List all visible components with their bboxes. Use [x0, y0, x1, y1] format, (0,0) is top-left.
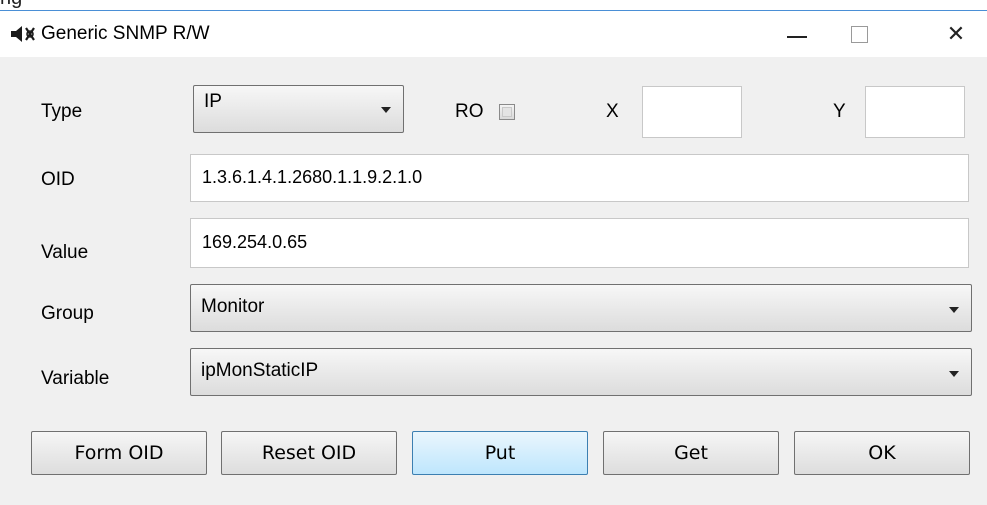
- put-button[interactable]: Put: [412, 431, 588, 475]
- value-field[interactable]: 169.254.0.65: [190, 218, 969, 268]
- variable-select-value: ipMonStaticIP: [201, 360, 319, 381]
- variable-label: Variable: [41, 368, 110, 389]
- close-icon: ✕: [946, 21, 966, 47]
- get-button[interactable]: Get: [603, 431, 779, 475]
- background-text-fragment: ng: [0, 0, 22, 10]
- chevron-down-icon: [949, 371, 959, 377]
- ro-label: RO: [455, 101, 484, 122]
- minimize-icon: [787, 36, 807, 38]
- minimize-button[interactable]: [768, 11, 826, 57]
- chevron-down-icon: [949, 307, 959, 313]
- group-select-value: Monitor: [201, 296, 265, 317]
- background-window-edge: ng: [0, 0, 987, 10]
- ro-checkbox[interactable]: [499, 104, 515, 120]
- oid-label: OID: [41, 169, 75, 190]
- maximize-icon: [850, 25, 868, 43]
- x-label: X: [606, 101, 619, 122]
- window-title: Generic SNMP R/W: [41, 23, 210, 44]
- group-label: Group: [41, 303, 94, 324]
- group-select[interactable]: Monitor: [190, 284, 972, 332]
- ok-button[interactable]: OK: [794, 431, 970, 475]
- oid-field[interactable]: 1.3.6.1.4.1.2680.1.1.9.2.1.0: [190, 154, 969, 202]
- type-select[interactable]: IP: [193, 85, 404, 133]
- chevron-down-icon: [381, 107, 391, 113]
- value-label: Value: [41, 242, 89, 263]
- title-bar[interactable]: Generic SNMP R/W ✕: [0, 11, 987, 57]
- x-field[interactable]: [642, 86, 742, 138]
- type-select-value: IP: [204, 91, 222, 112]
- dialog-window: Generic SNMP R/W ✕ Type IP RO X Y OID 1.…: [0, 10, 987, 505]
- close-button[interactable]: ✕: [925, 11, 987, 57]
- type-label: Type: [41, 101, 83, 122]
- reset-oid-button[interactable]: Reset OID: [221, 431, 397, 475]
- form-oid-button[interactable]: Form OID: [31, 431, 207, 475]
- variable-select[interactable]: ipMonStaticIP: [190, 348, 972, 396]
- y-field[interactable]: [865, 86, 965, 138]
- app-icon: [11, 26, 35, 42]
- maximize-button[interactable]: [830, 11, 888, 57]
- y-label: Y: [833, 101, 846, 122]
